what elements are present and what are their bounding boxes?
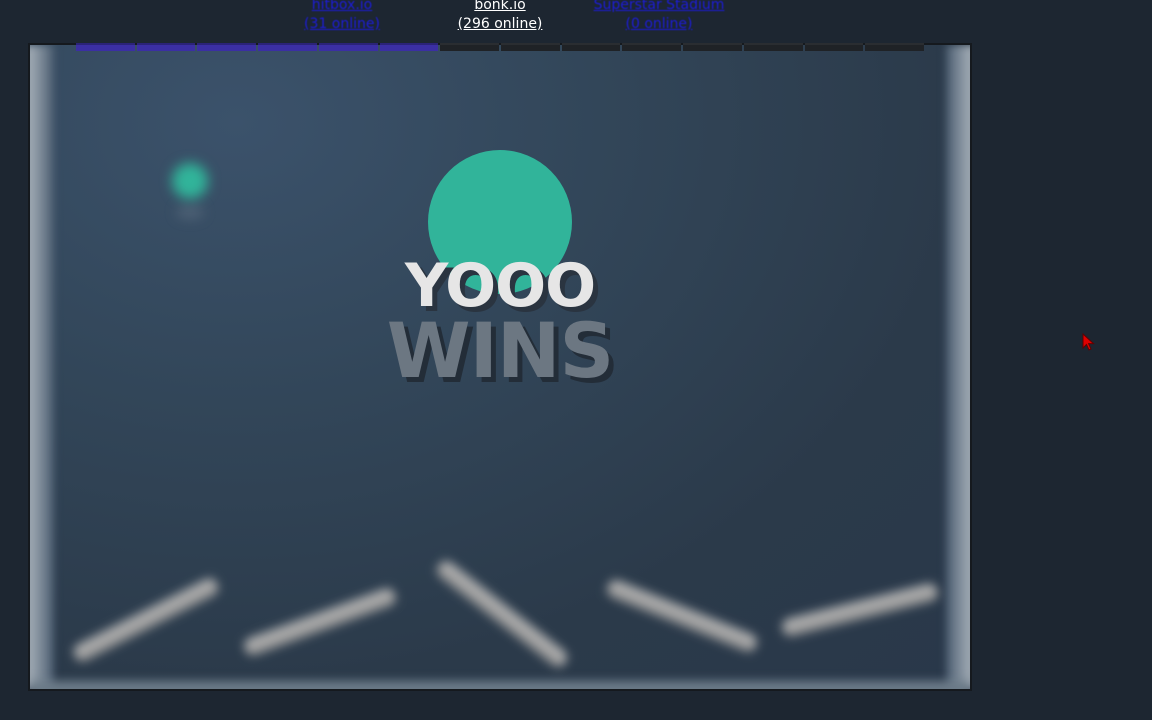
left-wall bbox=[30, 45, 54, 689]
hitbox-link-name[interactable]: hitbox.io bbox=[300, 0, 384, 15]
progress-segment-empty bbox=[865, 43, 925, 51]
mouse-cursor-icon bbox=[1082, 333, 1095, 351]
superstar-stadium-link[interactable]: Superstar Stadium (0 online) bbox=[592, 0, 726, 34]
platform bbox=[433, 557, 571, 671]
platform bbox=[241, 586, 399, 658]
hitbox-link-online[interactable]: (31 online) bbox=[300, 15, 384, 34]
player-ball bbox=[172, 163, 208, 199]
progress-segment-filled bbox=[318, 43, 378, 51]
progress-segment-empty bbox=[501, 43, 560, 51]
superstar-stadium-link-name[interactable]: Superstar Stadium bbox=[592, 0, 726, 15]
superstar-stadium-link-online[interactable]: (0 online) bbox=[592, 15, 726, 34]
progress-segment-filled bbox=[197, 43, 257, 51]
hitbox-link[interactable]: hitbox.io (31 online) bbox=[300, 0, 384, 34]
progress-segment-empty bbox=[561, 43, 621, 51]
platform bbox=[70, 575, 222, 665]
progress-segment-filled bbox=[136, 43, 196, 51]
bonk-link-online[interactable]: (296 online) bbox=[454, 15, 546, 34]
floor bbox=[30, 681, 970, 689]
progress-segment-empty bbox=[622, 43, 682, 51]
progress-segment-empty bbox=[683, 43, 742, 51]
winner-label: WINS bbox=[386, 306, 614, 395]
right-wall bbox=[946, 45, 970, 689]
round-progress-bar bbox=[76, 43, 925, 51]
page: hitbox.io (31 online) bonk.io (296 onlin… bbox=[0, 0, 1152, 720]
progress-segment-empty bbox=[440, 43, 500, 51]
bonk-link-name[interactable]: bonk.io bbox=[454, 0, 546, 15]
platform bbox=[604, 577, 760, 655]
progress-segment-empty bbox=[743, 43, 803, 51]
progress-segment-filled bbox=[379, 43, 439, 51]
progress-segment-filled bbox=[258, 43, 317, 51]
progress-segment-filled bbox=[76, 43, 135, 51]
bonk-link[interactable]: bonk.io (296 online) bbox=[454, 0, 546, 34]
player-shadow bbox=[176, 205, 204, 219]
progress-segment-empty bbox=[804, 43, 864, 51]
platform bbox=[780, 581, 940, 639]
